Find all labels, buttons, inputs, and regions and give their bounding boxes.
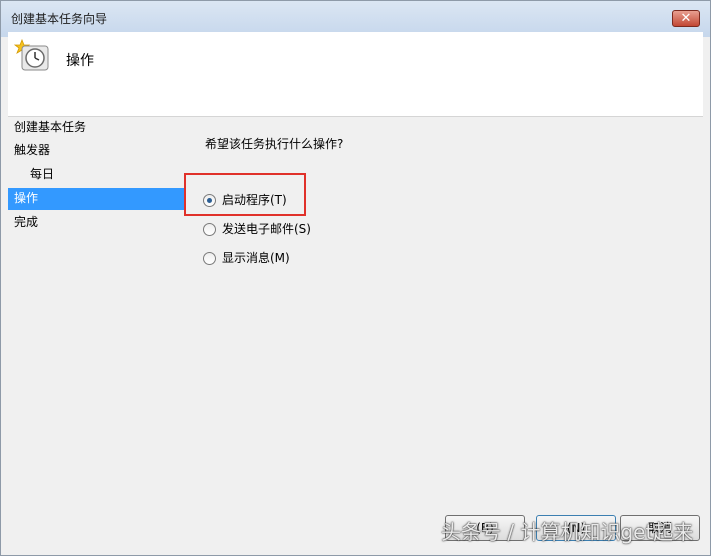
sidebar-item-action[interactable]: 操作: [8, 188, 185, 210]
task-wizard-window: 创建基本任务向导 ✕ 操作 创建基本任务 触发器 每日 操作 完成 希望该任务执…: [0, 0, 711, 556]
red-highlight-annotation: [184, 173, 306, 216]
option-send-email[interactable]: 发送电子邮件(S): [203, 218, 311, 240]
sidebar-item-finish[interactable]: 完成: [8, 212, 185, 234]
page-title: 操作: [66, 53, 94, 69]
option-show-message[interactable]: 显示消息(M): [203, 247, 290, 269]
watermark: 头条号 / 计算机知识get起来: [441, 520, 694, 544]
radio-send-email[interactable]: [203, 222, 216, 236]
sidebar-item-create-task[interactable]: 创建基本任务: [8, 117, 185, 139]
window-title: 创建基本任务向导: [11, 12, 108, 26]
wizard-header: 操作: [8, 32, 703, 117]
sidebar-item-trigger[interactable]: 触发器: [8, 140, 185, 162]
clock-task-icon: [14, 38, 49, 71]
option-send-email-label: 发送电子邮件(S): [222, 222, 311, 236]
action-prompt: 希望该任务执行什么操作?: [205, 137, 344, 151]
sidebar-item-daily[interactable]: 每日: [8, 164, 185, 186]
wizard-steps-sidebar: 创建基本任务 触发器 每日 操作 完成: [8, 117, 188, 537]
radio-show-message[interactable]: [203, 251, 216, 265]
close-button[interactable]: ✕: [672, 10, 700, 27]
option-show-message-label: 显示消息(M): [222, 251, 290, 265]
